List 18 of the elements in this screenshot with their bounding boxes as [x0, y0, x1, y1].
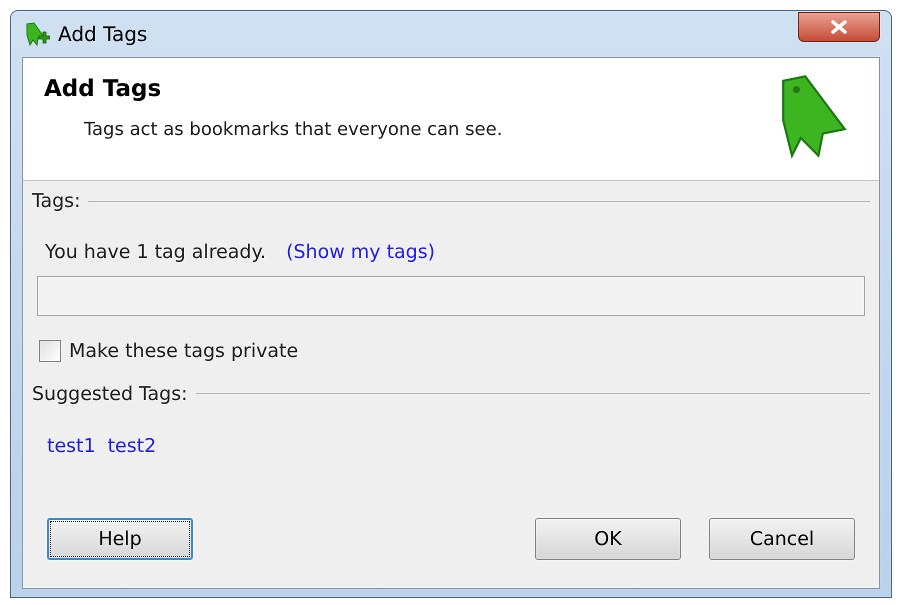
section-label: Suggested Tags:: [32, 382, 188, 406]
cancel-button[interactable]: Cancel: [709, 518, 855, 560]
checkbox[interactable]: [39, 340, 61, 362]
tags-input-field[interactable]: [37, 276, 865, 316]
help-button[interactable]: Help: [47, 518, 193, 560]
ok-button[interactable]: OK: [535, 518, 681, 560]
header-description: Tags act as bookmarks that everyone can see.: [83, 118, 504, 142]
tag-count-text: You have 1 tag already.: [45, 240, 266, 264]
tag-add-icon: [24, 21, 50, 47]
close-icon: [830, 20, 848, 34]
suggested-tag-link[interactable]: test1: [47, 432, 96, 460]
header-title: Add Tags: [44, 75, 162, 104]
close-button[interactable]: [798, 12, 880, 42]
suggested-tag-link[interactable]: test2: [108, 432, 156, 460]
checkbox-label: Make these tags private: [69, 339, 298, 364]
show-tags-link[interactable]: (Show my tags): [286, 238, 436, 266]
window-title: Add Tags: [58, 21, 148, 48]
section-label: Tags:: [32, 189, 80, 214]
